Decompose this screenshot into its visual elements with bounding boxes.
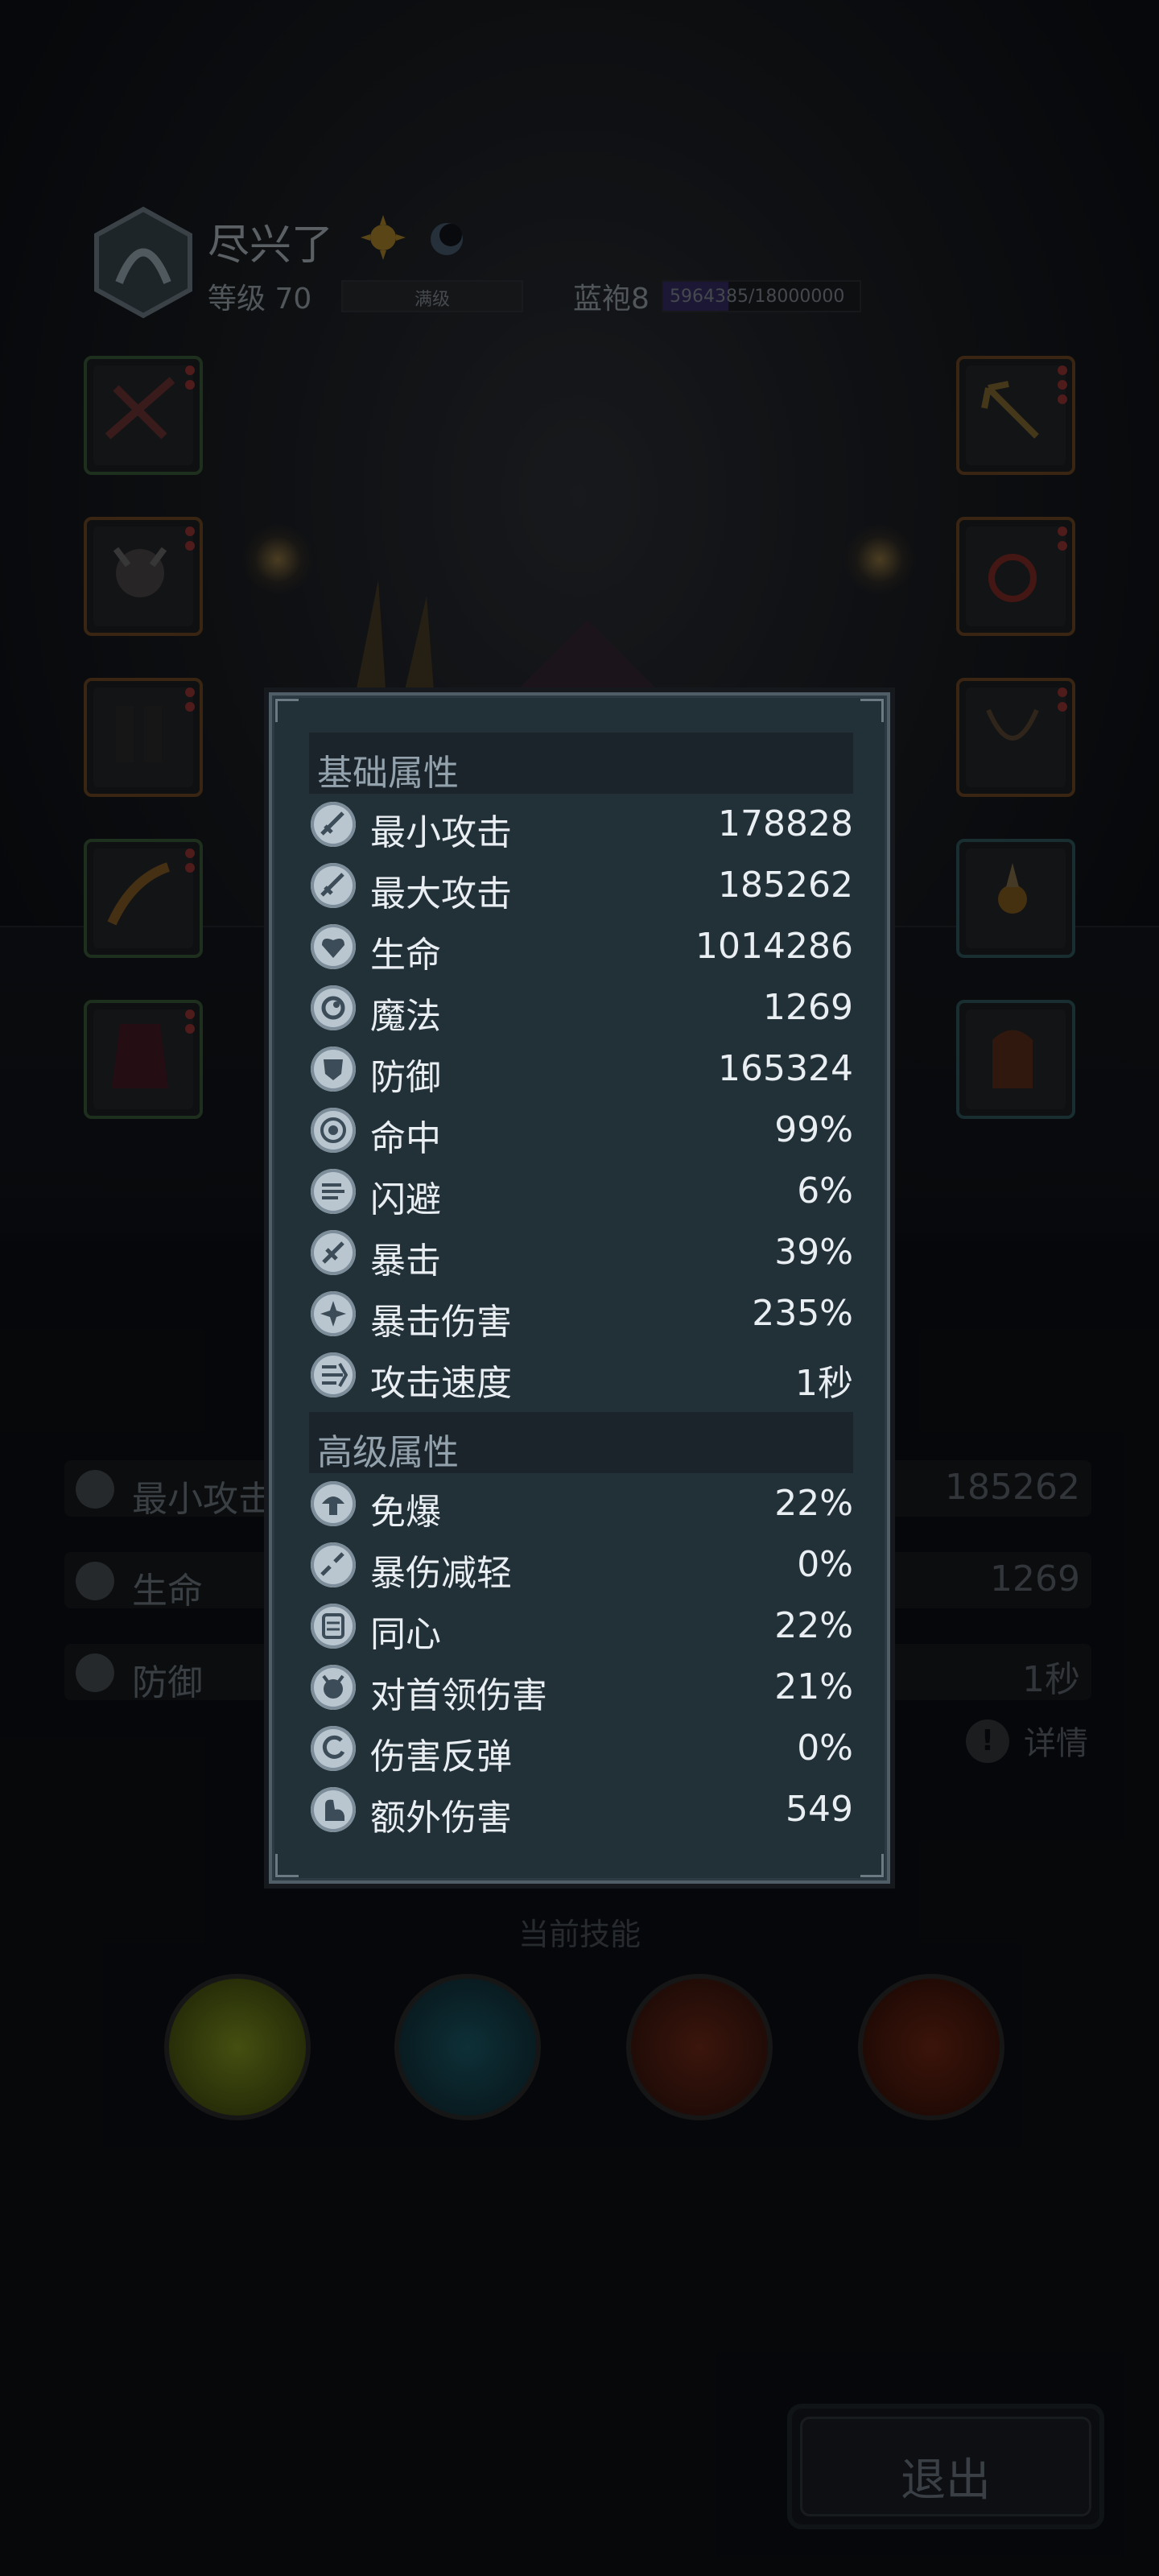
corner-ornament	[275, 699, 299, 722]
attribute-value: 99%	[774, 1109, 853, 1150]
attribute-label: 暴伤减轻	[370, 1553, 512, 1594]
attribute-label: 同心	[370, 1614, 441, 1655]
attribute-label: 免爆	[370, 1492, 441, 1533]
speed-icon	[311, 1352, 356, 1397]
arm-icon	[311, 1787, 356, 1832]
mushroom-icon	[311, 1481, 356, 1526]
basic-attributes-header: 基础属性	[309, 733, 853, 794]
attribute-row: 防御 165324	[309, 1038, 853, 1100]
attribute-row: 同心 22%	[309, 1596, 853, 1657]
attribute-value: 1秒	[795, 1363, 853, 1404]
section-title: 高级属性	[317, 1432, 459, 1473]
attribute-label: 防御	[370, 1057, 441, 1098]
crit-icon	[311, 1230, 356, 1275]
attribute-row: 闪避 6%	[309, 1161, 853, 1222]
advanced-attributes-header: 高级属性	[309, 1412, 853, 1473]
attribute-row: 伤害反弹 0%	[309, 1718, 853, 1779]
sword-icon	[311, 863, 356, 908]
attribute-value: 39%	[774, 1232, 853, 1273]
attribute-value: 22%	[774, 1483, 853, 1524]
reflect-icon	[311, 1726, 356, 1771]
attribute-value: 165324	[718, 1048, 853, 1089]
attribute-value: 22%	[774, 1605, 853, 1646]
attribute-label: 暴击	[370, 1241, 441, 1282]
burst-icon	[311, 1291, 356, 1336]
wind-icon	[311, 1169, 356, 1214]
attribute-row: 最小攻击 178828	[309, 794, 853, 855]
corner-ornament	[860, 699, 884, 722]
section-title: 基础属性	[317, 753, 459, 794]
attribute-value: 185262	[718, 865, 853, 906]
attribute-row: 免爆 22%	[309, 1473, 853, 1534]
attribute-label: 对首领伤害	[370, 1675, 547, 1716]
attribute-label: 闪避	[370, 1179, 441, 1220]
attribute-row: 魔法 1269	[309, 977, 853, 1038]
attribute-label: 命中	[370, 1118, 441, 1159]
corner-ornament	[275, 1854, 299, 1877]
shield-icon	[311, 1046, 356, 1092]
target-icon	[311, 1108, 356, 1153]
heart-icon	[311, 924, 356, 969]
attribute-row: 暴击 39%	[309, 1222, 853, 1283]
attribute-value: 235%	[752, 1293, 853, 1334]
attributes-modal: 基础属性 最小攻击 178828 最大攻击 185262 生命 1014286 魔法 1269…	[269, 692, 890, 1884]
attribute-value: 21%	[774, 1666, 853, 1707]
attribute-label: 最大攻击	[370, 873, 512, 914]
attribute-label: 生命	[370, 935, 441, 976]
attribute-row: 命中 99%	[309, 1100, 853, 1161]
attribute-row: 暴伤减轻 0%	[309, 1534, 853, 1596]
broken-sword-icon	[311, 1542, 356, 1587]
attribute-label: 攻击速度	[370, 1363, 512, 1404]
attribute-row: 最大攻击 185262	[309, 855, 853, 916]
demon-icon	[311, 1665, 356, 1710]
scroll-icon	[311, 1604, 356, 1649]
attribute-value: 1014286	[695, 926, 853, 967]
attribute-label: 最小攻击	[370, 812, 512, 853]
attribute-value: 0%	[797, 1544, 853, 1585]
attribute-row: 对首领伤害 21%	[309, 1657, 853, 1718]
attribute-value: 178828	[718, 803, 853, 844]
sword-icon	[311, 802, 356, 847]
attribute-row: 暴击伤害 235%	[309, 1283, 853, 1344]
attribute-value: 549	[786, 1789, 853, 1830]
attribute-label: 暴击伤害	[370, 1302, 512, 1343]
attribute-row: 攻击速度 1秒	[309, 1344, 853, 1406]
attribute-label: 伤害反弹	[370, 1736, 512, 1777]
attribute-value: 0%	[797, 1728, 853, 1769]
attribute-label: 魔法	[370, 996, 441, 1037]
attribute-value: 6%	[797, 1170, 853, 1212]
attribute-row: 生命 1014286	[309, 916, 853, 977]
attribute-row: 额外伤害 549	[309, 1779, 853, 1840]
attribute-label: 额外伤害	[370, 1798, 512, 1839]
magic-orb-icon	[311, 985, 356, 1030]
corner-ornament	[860, 1854, 884, 1877]
attribute-value: 1269	[763, 987, 853, 1028]
